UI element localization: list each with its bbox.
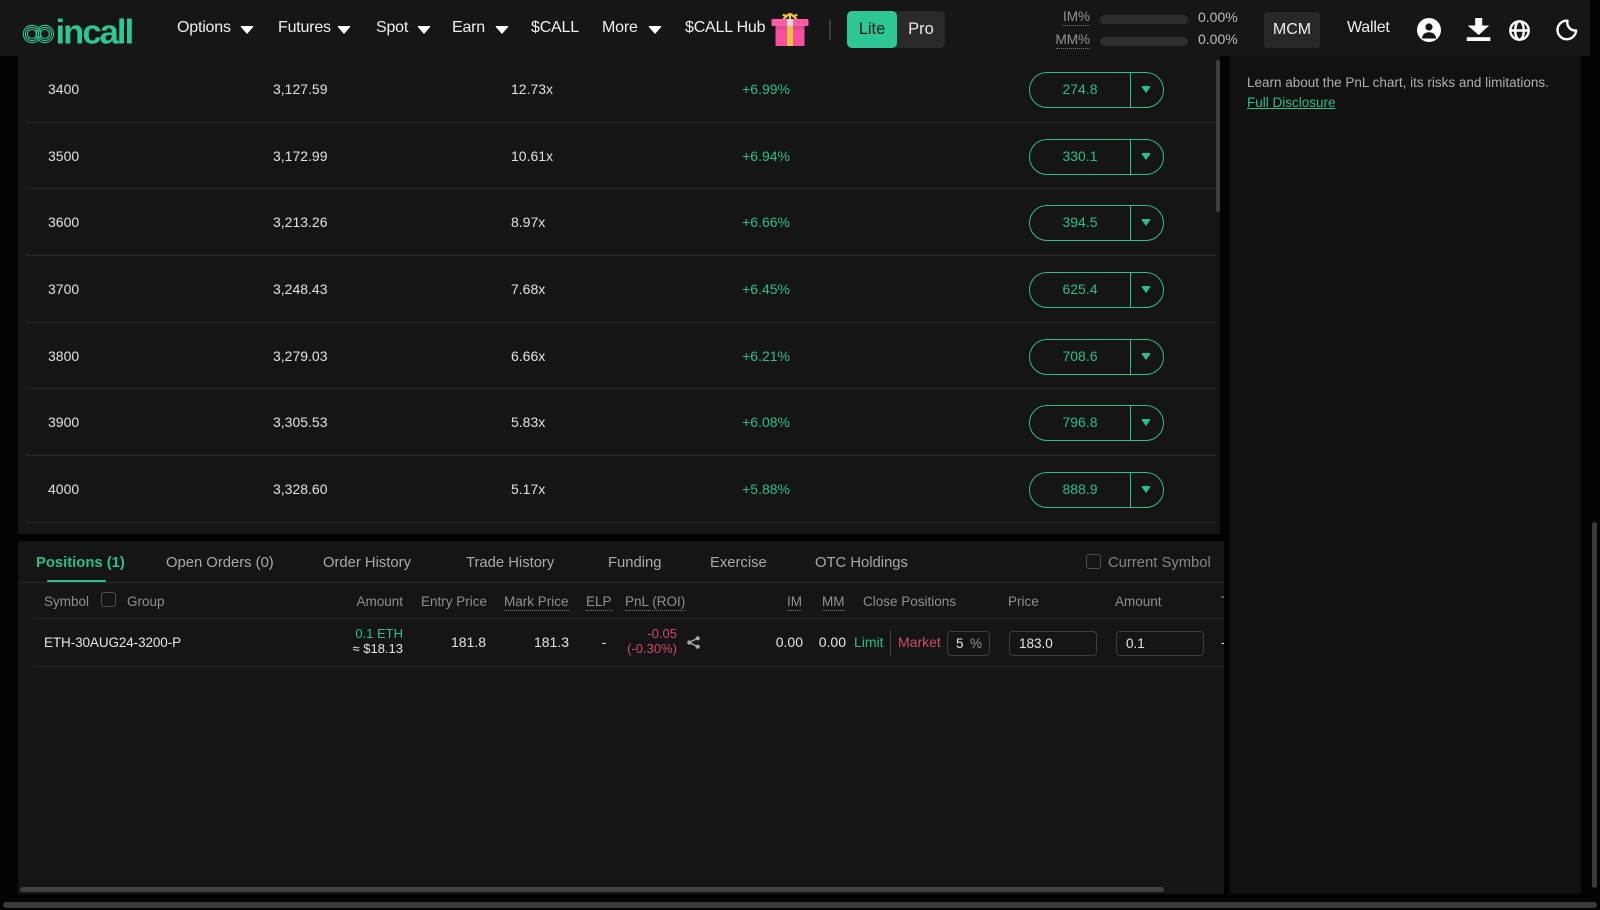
svg-text:incall: incall — [56, 14, 133, 47]
